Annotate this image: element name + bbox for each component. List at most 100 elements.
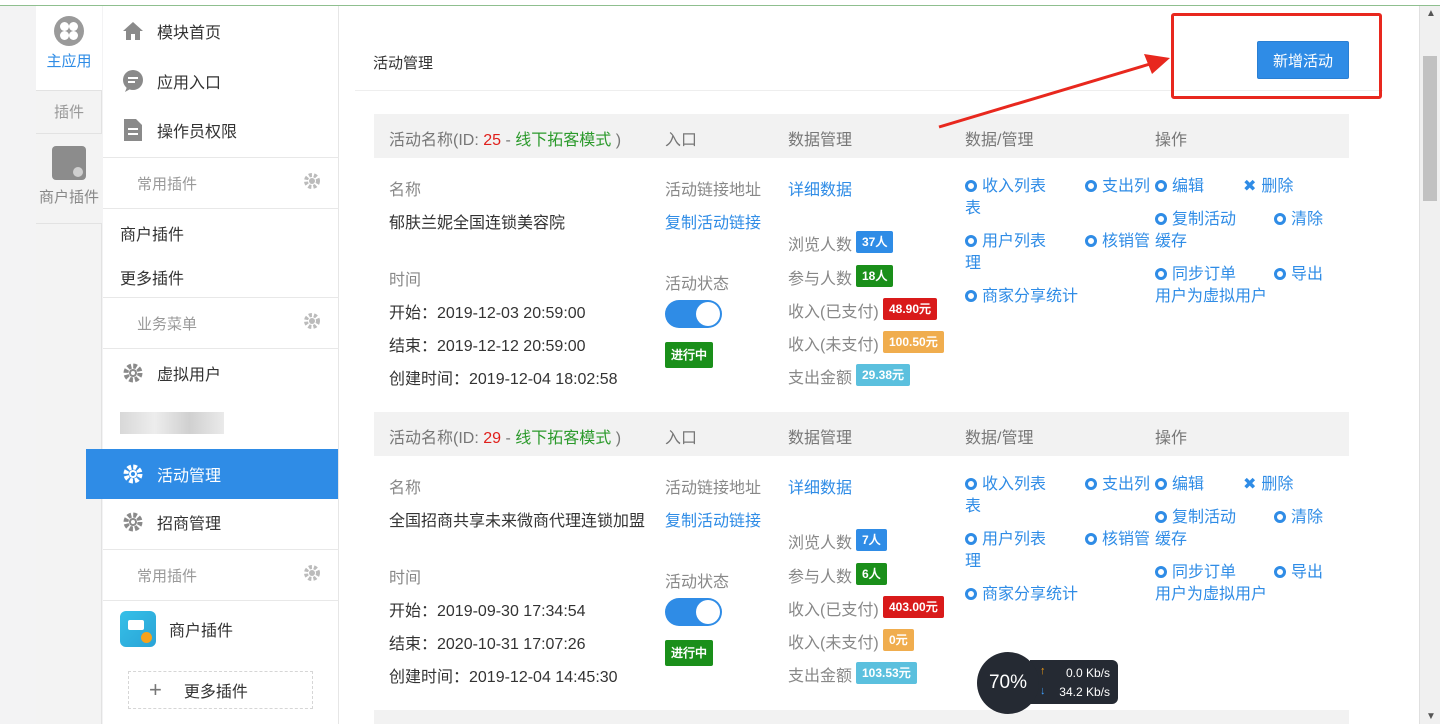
title-suffix: ) <box>611 430 622 447</box>
copy-link[interactable]: 复制活动链接 <box>665 507 761 531</box>
vertical-scrollbar[interactable]: ▲ ▼ <box>1419 6 1440 724</box>
income-unpaid-badge: 100.50元 <box>883 331 944 353</box>
income-list-link[interactable]: 收入列表表 <box>965 176 1046 220</box>
scroll-up-icon[interactable]: ▲ <box>1426 8 1436 19</box>
sync-order-text: 同步订单 <box>1172 564 1237 581</box>
participants-label: 参与人数 <box>788 271 853 288</box>
menu-label: 应用入口 <box>157 75 222 92</box>
participants-badge: 18人 <box>856 265 894 287</box>
income-unpaid-label: 收入(未支付) <box>788 337 879 354</box>
rail-merchant-plugin[interactable]: 商户插件 <box>36 134 102 224</box>
rail-plugins[interactable]: 插件 <box>36 90 102 134</box>
copy-link[interactable]: 复制活动链接 <box>665 209 761 233</box>
clear-cache-link[interactable]: 清除 <box>1274 209 1323 231</box>
cache-text[interactable]: 缓存 <box>1155 231 1187 253</box>
menu-item-more-plugins[interactable]: 更多插件 <box>120 265 184 289</box>
status-toggle[interactable] <box>665 598 722 626</box>
activity-name: 郁肤兰妮全国连锁美容院 <box>389 215 566 232</box>
menu-item-operator-permission[interactable]: 操作员权限 <box>103 107 339 153</box>
title-suffix: ) <box>611 132 622 149</box>
merchant-share-link[interactable]: 商家分享统计 <box>965 286 1078 308</box>
gear-icon <box>121 510 145 534</box>
cache-text[interactable]: 缓存 <box>1155 529 1187 551</box>
status-badge: 进行中 <box>665 342 714 368</box>
merchant-share-text: 商家分享统计 <box>982 586 1079 603</box>
cog-icon <box>965 290 977 302</box>
more-plugins-button[interactable]: + 更多插件 <box>128 671 313 709</box>
scrollbar-thumb[interactable] <box>1423 56 1437 201</box>
sync-order-text: 同步订单 <box>1172 266 1237 283</box>
time-label: 时间 <box>389 570 422 587</box>
menu-item-merchant-plugin[interactable]: 商户插件 <box>120 221 184 245</box>
verify-text: 核销管 <box>1102 233 1151 250</box>
clear-cache-link[interactable]: 清除 <box>1274 507 1323 529</box>
cog-icon <box>965 180 977 192</box>
verify-link[interactable]: 核销管 <box>1085 231 1150 253</box>
expense-list-link[interactable]: 支出列 <box>1085 474 1150 496</box>
expense-badge: 103.53元 <box>856 662 917 684</box>
income-unpaid-label: 收入(未支付) <box>788 635 879 652</box>
next-card-header <box>374 710 1349 724</box>
export-text: 导出 <box>1291 564 1324 581</box>
participants-label: 参与人数 <box>788 569 853 586</box>
col-data-mgmt: 数据管理 <box>788 132 853 149</box>
scroll-down-icon[interactable]: ▼ <box>1426 711 1436 722</box>
sync-order-link[interactable]: 同步订单用户为虚拟用户 <box>1155 264 1267 308</box>
user-list-link[interactable]: 用户列表理 <box>965 231 1046 275</box>
sync-virtual-text: 用户为虚拟用户 <box>1155 288 1268 305</box>
menu-label: 虚拟用户 <box>157 367 222 384</box>
verify-link[interactable]: 核销管 <box>1085 529 1150 551</box>
link-label: 活动链接地址 <box>665 182 762 199</box>
plus-icon: + <box>149 677 162 702</box>
app-rail: 主应用 插件 商户插件 <box>36 6 102 724</box>
verify-text: 核销管 <box>1102 531 1151 548</box>
edit-link[interactable]: 编辑 <box>1155 474 1204 496</box>
activity-id: 29 <box>483 430 502 447</box>
cog-icon <box>1155 478 1167 490</box>
income-list-link[interactable]: 收入列表表 <box>965 474 1046 518</box>
cog-icon <box>1085 533 1097 545</box>
menu-item-app-entry[interactable]: 应用入口 <box>103 58 339 104</box>
edit-text: 编辑 <box>1172 178 1205 195</box>
clear-text: 清除 <box>1291 211 1324 228</box>
user-list-text-2: 理 <box>965 553 982 570</box>
menu-item-recruit-management[interactable]: 招商管理 <box>103 499 339 545</box>
detail-link[interactable]: 详细数据 <box>788 474 852 498</box>
detail-link[interactable]: 详细数据 <box>788 176 852 200</box>
user-list-text: 用户列表 <box>982 531 1047 548</box>
document-icon <box>121 118 145 142</box>
memory-usage-circle[interactable]: 70% <box>977 652 1039 714</box>
copy-activity-link[interactable]: 复制活动 <box>1155 507 1236 529</box>
rail-main-app[interactable]: 主应用 <box>36 6 102 90</box>
menu-item-module-home[interactable]: 模块首页 <box>103 8 339 54</box>
merchant-share-link[interactable]: 商家分享统计 <box>965 584 1078 606</box>
edit-link[interactable]: 编辑 <box>1155 176 1204 198</box>
status-toggle[interactable] <box>665 300 722 328</box>
export-link[interactable]: 导出 <box>1274 264 1323 286</box>
gear-icon[interactable] <box>303 172 321 194</box>
sync-order-link[interactable]: 同步订单 用户为虚拟用户 <box>1155 562 1267 606</box>
export-link[interactable]: 导出 <box>1274 562 1323 584</box>
income-list-text: 收入列表 <box>982 178 1047 195</box>
expense-badge: 29.38元 <box>856 364 911 386</box>
gear-icon[interactable] <box>303 564 321 586</box>
delete-link[interactable]: ✖ 删除 <box>1243 474 1293 496</box>
gear-icon <box>121 462 145 486</box>
gear-icon[interactable] <box>303 312 321 334</box>
expense-list-link[interactable]: 支出列 <box>1085 176 1150 198</box>
rail-merchant-label: 商户插件 <box>38 189 99 206</box>
copy-activity-link[interactable]: 复制活动 <box>1155 209 1236 231</box>
cog-icon <box>1155 268 1167 280</box>
expense-label: 支出金额 <box>788 370 853 387</box>
menu-item-activity-management[interactable]: 活动管理 <box>86 449 338 499</box>
delete-link[interactable]: ✖ 删除 <box>1243 176 1293 198</box>
redacted-menu-item <box>120 412 224 434</box>
cog-icon <box>1155 180 1167 192</box>
user-list-link[interactable]: 用户列表理 <box>965 529 1046 573</box>
col-data-mgmt: 数据管理 <box>788 430 853 447</box>
income-paid-label: 收入(已支付) <box>788 304 879 321</box>
activity-mode: 线下拓客模式 <box>515 430 612 447</box>
menu-item-merchant-plugin-2[interactable]: 商户插件 <box>103 607 339 651</box>
menu-item-virtual-user[interactable]: 虚拟用户 <box>103 350 339 396</box>
highlight-box <box>1171 13 1382 99</box>
